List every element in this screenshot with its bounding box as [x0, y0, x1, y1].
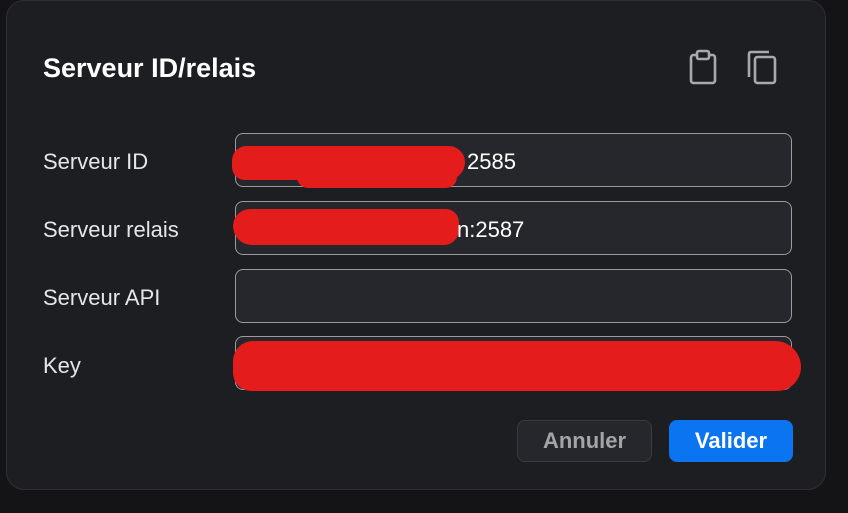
- relay-server-label: Serveur relais: [43, 217, 179, 242]
- relay-server-value: n:2587: [457, 217, 525, 242]
- server-settings-dialog: Serveur ID/relais Serveur ID 2585 Serveu…: [6, 0, 826, 490]
- api-server-label: Serveur API: [43, 285, 161, 310]
- clipboard-icon[interactable]: [683, 47, 723, 87]
- validate-button[interactable]: Valider: [669, 420, 793, 462]
- redaction-mark: [297, 166, 457, 188]
- dialog-title: Serveur ID/relais: [43, 53, 257, 83]
- api-server-input[interactable]: [235, 269, 792, 323]
- redaction-mark: [233, 341, 801, 391]
- cancel-button[interactable]: Annuler: [517, 420, 652, 462]
- redaction-mark: [233, 209, 459, 245]
- id-server-label: Serveur ID: [43, 149, 149, 174]
- key-label: Key: [43, 353, 81, 378]
- copy-icon[interactable]: [743, 47, 783, 87]
- id-server-value: 2585: [467, 149, 516, 174]
